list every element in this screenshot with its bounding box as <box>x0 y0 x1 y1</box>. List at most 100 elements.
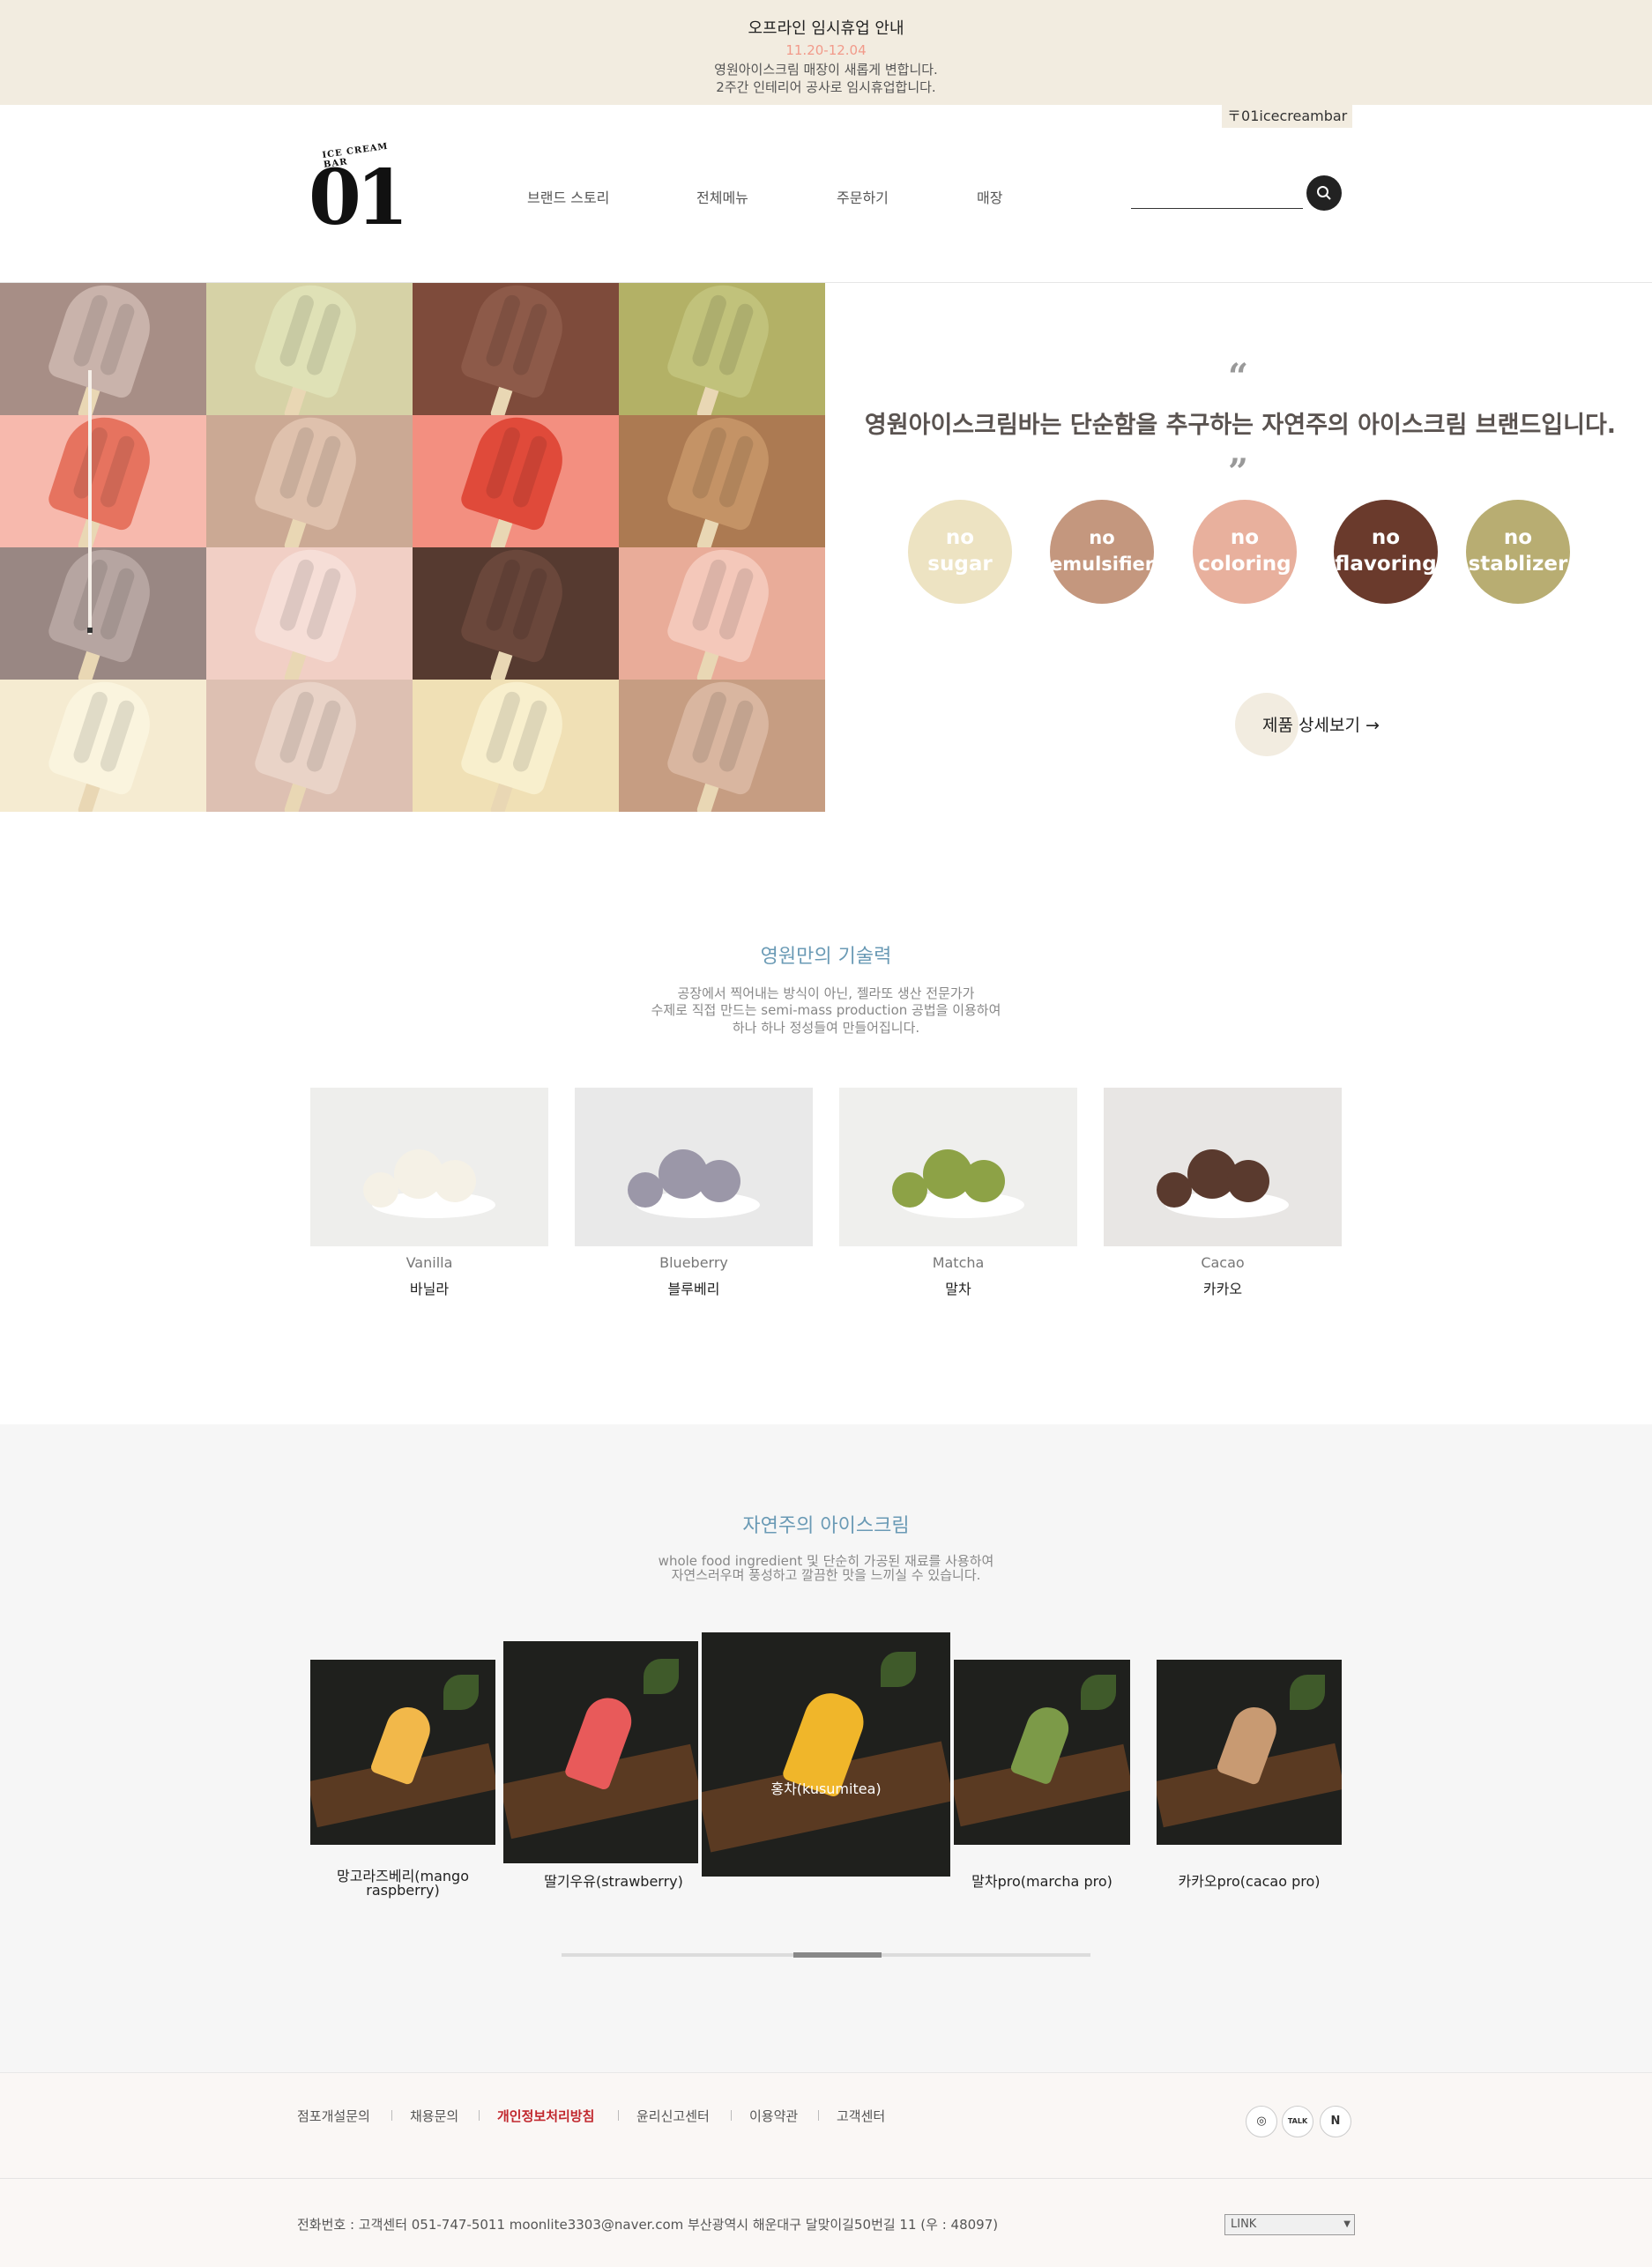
footer-separator <box>818 2110 819 2121</box>
product-label-matcha-pro[interactable]: 말차pro(marcha pro) <box>954 1869 1130 1891</box>
footer-link-ethics[interactable]: 윤리신고센터 <box>636 2107 710 2125</box>
scoop <box>698 1160 740 1202</box>
product-label-strawberry[interactable]: 딸기우유(strawberry) <box>503 1869 724 1891</box>
notice-title: 오프라인 임시휴업 안내 <box>748 19 904 38</box>
vanilla-en-label: Vanilla <box>406 1254 453 1271</box>
popsicle <box>252 415 367 533</box>
scoop <box>1157 1172 1192 1208</box>
popsicle <box>458 283 573 401</box>
nav-brand-story[interactable]: 브랜드 스토리 <box>527 186 609 207</box>
leaf <box>443 1675 479 1710</box>
popsicle <box>252 680 367 798</box>
footer-link-support[interactable]: 고객센터 <box>837 2107 885 2125</box>
popsicle <box>46 283 160 401</box>
detail-button[interactable]: 제품 상세보기 → <box>1262 712 1380 736</box>
footer-link-recruit[interactable]: 채용문의 <box>410 2107 458 2125</box>
footer-link-franchise[interactable]: 점포개설문의 <box>297 2107 370 2125</box>
nav-store[interactable]: 매장 <box>977 186 1002 207</box>
hero-scroll-indicator <box>88 370 92 635</box>
product-card-kusumitea[interactable] <box>702 1632 950 1877</box>
cacao-ko-label: 카카오 <box>1202 1281 1243 1297</box>
popsicle-tile <box>0 283 206 415</box>
cacao-image <box>1104 1088 1342 1246</box>
matcha-ko-label: 말차 <box>945 1281 971 1297</box>
product-label-kusumitea[interactable]: 홍차(kusumitea) <box>702 1777 950 1798</box>
matcha-image <box>839 1088 1077 1246</box>
popsicle-tile <box>206 547 413 680</box>
popsicle-tile <box>619 680 825 812</box>
popsicle <box>665 283 779 401</box>
pin-icon: 〒 <box>1227 108 1242 124</box>
badge-line1: no <box>1371 526 1401 549</box>
search-icon <box>1317 186 1331 200</box>
footer-link-terms[interactable]: 이용약관 <box>749 2107 798 2125</box>
badge-line2: flavoring <box>1335 553 1437 576</box>
nav-full-menu[interactable]: 전체메뉴 <box>696 186 748 207</box>
popsicle <box>458 547 573 665</box>
popsicle-tile <box>0 415 206 547</box>
scoop <box>434 1160 476 1202</box>
popsicle-tile <box>619 283 825 415</box>
close-quote-icon: ” <box>1228 451 1249 493</box>
technique-desc-1: 공장에서 찍어내는 방식이 아닌, 젤라또 생산 전문가가 <box>677 985 975 1001</box>
popsicle <box>46 680 160 798</box>
carousel-scroll-thumb[interactable] <box>793 1952 882 1958</box>
kakao-talk-icon[interactable]: TALK <box>1282 2106 1313 2137</box>
footer-separator <box>479 2110 480 2121</box>
badge-no-emulsifier: no emulsifier <box>1050 500 1154 604</box>
scoop <box>628 1172 663 1208</box>
instagram-icon[interactable]: ◎ <box>1246 2106 1277 2137</box>
badge-line2: stablizer <box>1468 553 1568 576</box>
product-label-mango-raspberry[interactable]: 망고라즈베리(mango raspberry) <box>310 1869 495 1898</box>
popsicle <box>665 680 779 798</box>
popsicle-tile <box>619 415 825 547</box>
open-quote-icon: “ <box>1228 356 1249 398</box>
footer-link-privacy[interactable]: 개인정보처리방침 <box>497 2107 594 2125</box>
technique-desc-3: 하나 하나 정성들여 만들어집니다. <box>732 1020 920 1036</box>
popsicle <box>46 415 160 533</box>
instagram-tag-label: 01icecreambar <box>1241 108 1348 124</box>
logo-number: 01 <box>309 153 409 242</box>
product-label-cacao-pro[interactable]: 카카오pro(cacao pro) <box>1157 1869 1342 1891</box>
search-input[interactable] <box>1131 208 1303 209</box>
notice-bar: 오프라인 임시휴업 안내 11.20-12.04 영원아이스크림 매장이 새롭게… <box>0 0 1652 105</box>
footer-separator <box>731 2110 732 2121</box>
popsicle-tile <box>206 283 413 415</box>
footer-divider <box>0 2178 1652 2179</box>
badge-no-coloring: no coloring <box>1193 500 1297 604</box>
product-card-cacao-pro[interactable] <box>1157 1660 1342 1845</box>
nav-order[interactable]: 주문하기 <box>837 186 889 207</box>
popsicle-tile <box>413 680 619 812</box>
popsicle <box>252 547 367 665</box>
notice-date: 11.20-12.04 <box>785 42 867 58</box>
hero-scroll-dot <box>87 628 93 633</box>
footer-contact-info: 전화번호 : 고객센터 051-747-5011 moonlite3303@na… <box>297 2217 999 2233</box>
badge-no-stablizer: no stablizer <box>1466 500 1570 604</box>
site-header: 〒01icecreambar ICE CREAM BAR 01 브랜드 스토리 … <box>0 105 1652 283</box>
search-button[interactable] <box>1306 175 1342 211</box>
popsicle-tile <box>413 415 619 547</box>
technique-desc-2: 수제로 직접 만드는 semi-mass production 공법을 이용하여 <box>651 1002 1001 1018</box>
scoop <box>892 1172 927 1208</box>
product-card-strawberry[interactable] <box>503 1641 698 1863</box>
instagram-tag[interactable]: 〒01icecreambar <box>1222 105 1353 128</box>
product-card-matcha-pro[interactable] <box>954 1660 1130 1845</box>
hero-headline: 영원아이스크림바는 단순함을 추구하는 자연주의 아이스크림 브랜드입니다. <box>864 412 1617 439</box>
popsicle <box>665 415 779 533</box>
link-select[interactable]: LINK ▼ <box>1224 2214 1355 2235</box>
product-card-mango-raspberry[interactable] <box>310 1660 495 1845</box>
footer-separator <box>618 2110 619 2121</box>
popsicle-grid <box>0 283 825 812</box>
popsicle <box>665 547 779 665</box>
vanilla-ko-label: 바닐라 <box>409 1281 450 1297</box>
badge-line2: coloring <box>1198 553 1291 576</box>
naver-icon[interactable]: N <box>1320 2106 1351 2137</box>
popsicle-tile <box>413 283 619 415</box>
vanilla-image <box>310 1088 548 1246</box>
matcha-en-label: Matcha <box>932 1254 985 1271</box>
footer-separator <box>391 2110 392 2121</box>
notice-line-2: 2주간 인테리어 공사로 임시휴업합니다. <box>716 79 936 95</box>
popsicle <box>46 547 160 665</box>
site-logo[interactable]: ICE CREAM BAR 01 <box>309 142 409 242</box>
popsicle-tile <box>413 547 619 680</box>
